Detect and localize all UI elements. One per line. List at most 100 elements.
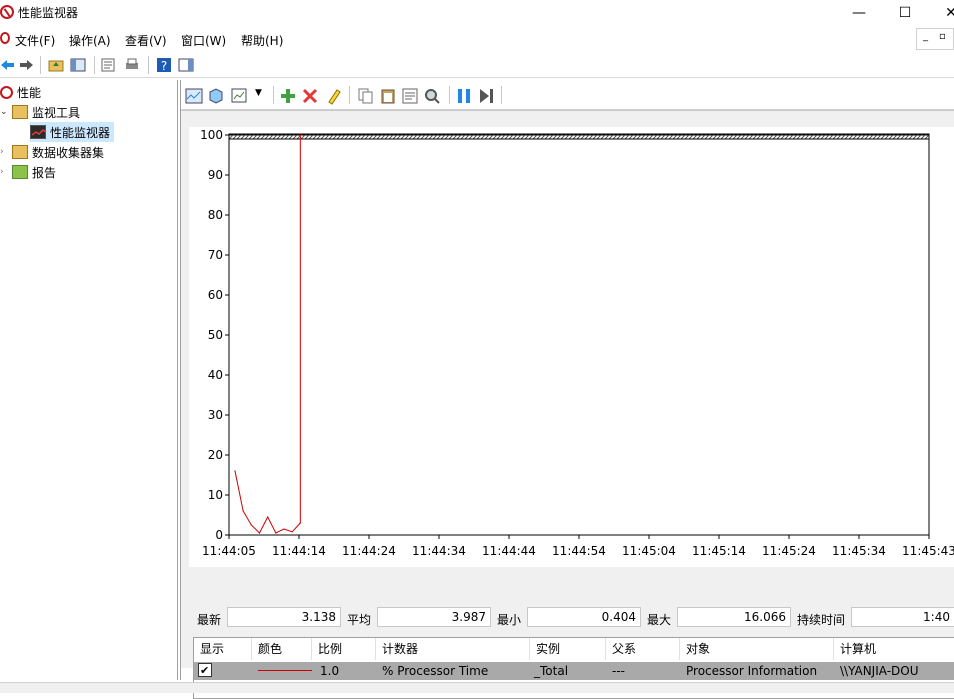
show-checkbox[interactable]: ✔ — [198, 663, 212, 677]
view-current-activity-icon[interactable] — [185, 87, 203, 105]
menu-view[interactable]: 查看(V) — [125, 32, 167, 49]
forward-arrow-icon[interactable] — [18, 57, 34, 73]
y-tick-label: 90 — [208, 168, 223, 182]
console-tree: 性能 ⌄ 监视工具 性能监视器 › 数据收集器集 › 报告 — [0, 80, 178, 680]
x-tick-label: 11:44:54 — [552, 544, 606, 558]
up-folder-icon[interactable] — [48, 57, 64, 73]
x-tick-label: 11:44:44 — [482, 544, 536, 558]
stat-maximum-value: 16.066 — [677, 607, 791, 627]
freeze-display-icon[interactable] — [455, 87, 473, 105]
menu-help[interactable]: 帮助(H) — [241, 32, 283, 49]
main-toolbar: ? — [0, 52, 954, 78]
column-header-show[interactable]: 显示 — [194, 638, 252, 660]
y-tick-label: 50 — [208, 328, 223, 342]
x-tick-label: 11:45:04 — [622, 544, 676, 558]
menu-file[interactable]: 文件(F) — [15, 32, 55, 49]
folder-icon — [12, 105, 28, 119]
x-tick-label: 11:44:05 — [202, 544, 256, 558]
stat-average-label: 平均 — [347, 613, 372, 627]
cell-object: Processor Information — [686, 664, 818, 678]
y-tick-label: 70 — [208, 248, 223, 262]
chevron-down-icon[interactable]: ⌄ — [0, 107, 12, 117]
chevron-right-icon[interactable]: › — [0, 167, 12, 177]
x-tick-label: 11:44:24 — [342, 544, 396, 558]
toolbar-separator — [349, 86, 350, 104]
tree-item-performance[interactable]: 性能 — [0, 82, 41, 102]
x-tick-label: 11:45:14 — [692, 544, 746, 558]
mdi-minimize-button[interactable]: _ — [923, 31, 928, 42]
minimize-button[interactable]: — — [836, 0, 882, 26]
svg-text:?: ? — [161, 59, 167, 73]
tree-item-performance-monitor[interactable]: 性能监视器 — [30, 122, 115, 142]
column-header-counter[interactable]: 计数器 — [376, 638, 530, 660]
data-point — [234, 470, 236, 472]
tree-item-data-collector-sets[interactable]: › 数据收集器集 — [0, 142, 104, 162]
change-graph-type-icon[interactable] — [231, 87, 249, 105]
stat-last-label: 最新 — [197, 613, 222, 627]
folder-icon — [12, 145, 28, 159]
help-icon[interactable]: ? — [156, 57, 172, 73]
toolbar-separator — [40, 56, 41, 74]
back-arrow-icon[interactable] — [0, 57, 16, 73]
maximize-button[interactable]: ☐ — [882, 0, 928, 26]
stat-duration-value: 1:40 — [851, 607, 954, 627]
chevron-down-icon[interactable]: ▼ — [255, 88, 262, 98]
tree-item-monitoring-tools[interactable]: ⌄ 监视工具 — [0, 102, 80, 122]
y-tick-label: 100 — [200, 128, 223, 142]
toolbar-separator — [273, 86, 274, 104]
column-header-scale[interactable]: 比例 — [312, 638, 376, 660]
print-icon[interactable] — [124, 57, 140, 73]
max-value-band — [228, 133, 930, 140]
menu-window[interactable]: 窗口(W) — [181, 32, 226, 49]
x-tick-label: 11:44:34 — [412, 544, 466, 558]
tree-item-label: 性能 — [17, 85, 42, 100]
show-hide-action-pane-icon[interactable] — [178, 57, 194, 73]
properties-icon[interactable] — [100, 57, 116, 73]
column-header-computer[interactable]: 计算机 — [834, 638, 954, 660]
y-tick-label: 20 — [208, 448, 223, 462]
y-tick-label: 40 — [208, 368, 223, 382]
graph-properties-icon[interactable] — [401, 87, 419, 105]
x-tick-label: 11:44:14 — [272, 544, 326, 558]
close-button[interactable]: ✕ — [928, 0, 954, 26]
tree-item-label: 性能监视器 — [50, 125, 111, 140]
column-header-instance[interactable]: 实例 — [530, 638, 606, 660]
add-counter-icon[interactable] — [279, 87, 297, 105]
table-row[interactable]: ✔ 1.0 % Processor Time _Total --- Proces… — [194, 662, 954, 680]
delete-counter-icon[interactable] — [301, 87, 319, 105]
paste-counter-list-icon[interactable] — [379, 87, 397, 105]
cell-counter: % Processor Time — [382, 664, 489, 678]
chevron-right-icon[interactable]: › — [0, 147, 12, 157]
toolbar-separator — [148, 56, 149, 74]
tree-item-label: 数据收集器集 — [32, 145, 105, 160]
performance-monitor-app-icon — [0, 5, 14, 19]
report-icon — [12, 165, 28, 179]
view-log-data-icon[interactable] — [207, 87, 225, 105]
column-header-object[interactable]: 对象 — [680, 638, 834, 660]
zoom-icon[interactable] — [423, 87, 441, 105]
data-point — [299, 522, 301, 524]
x-tick-label: 11:45:24 — [762, 544, 816, 558]
y-tick-label: 0 — [215, 528, 223, 542]
mdi-restore-button[interactable]: ▫ — [939, 31, 946, 42]
graph-area: 0 10 20 30 40 50 60 70 80 90 100 11:44:05 11:44:14 11… — [181, 110, 954, 699]
column-header-color[interactable]: 颜色 — [252, 638, 312, 660]
color-swatch — [258, 670, 312, 671]
menu-action[interactable]: 操作(A) — [69, 32, 111, 49]
update-data-icon[interactable] — [477, 87, 495, 105]
column-header-parent[interactable]: 父系 — [606, 638, 680, 660]
stat-minimum-label: 最小 — [497, 613, 522, 627]
cell-computer: \\YANJIA-DOU — [840, 664, 919, 678]
copy-properties-icon[interactable] — [357, 87, 375, 105]
graph-toolbar: ▼ — [181, 80, 954, 110]
data-point — [258, 532, 261, 534]
stat-maximum-label: 最大 — [647, 613, 672, 627]
highlight-icon[interactable] — [325, 87, 343, 105]
toolbar-separator — [449, 86, 450, 104]
stat-duration-label: 持续时间 — [797, 613, 846, 627]
tree-item-reports[interactable]: › 报告 — [0, 162, 56, 182]
system-menu-icon[interactable] — [0, 32, 10, 44]
line-chart: 0 10 20 30 40 50 60 70 80 90 100 11:44:05 11:44:14 11… — [189, 127, 954, 567]
show-hide-console-tree-icon[interactable] — [70, 57, 86, 73]
y-tick-label: 10 — [208, 488, 223, 502]
